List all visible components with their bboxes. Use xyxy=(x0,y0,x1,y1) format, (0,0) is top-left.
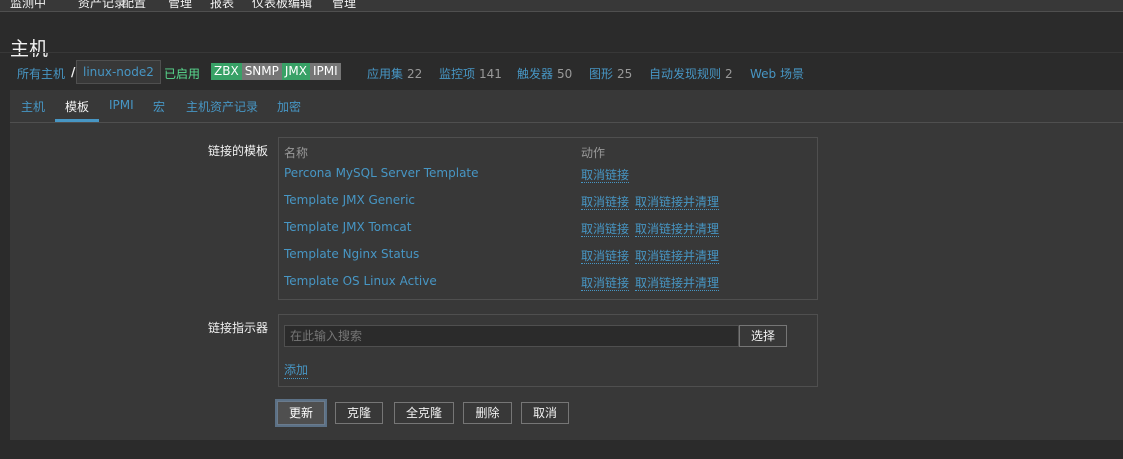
hostnav-link-label: 触发器 xyxy=(517,67,554,81)
hostnav-triggers[interactable]: 触发器 50 xyxy=(517,65,572,82)
topnav-item[interactable]: 配置 xyxy=(122,0,146,11)
hostnav-link-count: 50 xyxy=(557,67,573,81)
badge-ipmi: IPMI xyxy=(310,63,341,80)
host-navigation: 所有主机 / linux-node2 已启用 应用集 22 监控项 141 触发器 5… xyxy=(0,60,1123,84)
hostnav-link-label: 应用集 xyxy=(367,67,404,81)
unlink-and-clear-button[interactable]: 取消链接并清理 xyxy=(635,195,720,210)
tab-macros[interactable]: 宏 xyxy=(153,98,165,115)
hostnav-link-label: 监控项 xyxy=(439,67,476,81)
header-divider xyxy=(0,52,1123,53)
topnav-item[interactable]: 监测中 xyxy=(10,0,46,11)
tab-encryption[interactable]: 加密 xyxy=(277,98,301,115)
hostnav-link-label: Web 场景 xyxy=(750,67,804,81)
breadcrumb-separator: / xyxy=(71,65,76,79)
hostnav-link-count: 141 xyxy=(479,67,502,81)
linked-templates-label: 链接的模板 xyxy=(207,144,268,158)
template-actions: 取消链接 xyxy=(581,166,635,183)
cancel-button[interactable]: 取消 xyxy=(521,402,569,424)
tab-host[interactable]: 主机 xyxy=(21,98,45,115)
template-link[interactable]: Template JMX Tomcat xyxy=(284,220,411,234)
column-header-name: 名称 xyxy=(284,146,309,160)
clone-button[interactable]: 克隆 xyxy=(335,402,383,424)
hostnav-web-scenarios[interactable]: Web 场景 xyxy=(750,65,804,82)
breadcrumb-current-host[interactable]: linux-node2 xyxy=(76,60,161,84)
select-button[interactable]: 选择 xyxy=(739,325,787,347)
unlink-button[interactable]: 取消链接 xyxy=(581,222,630,237)
link-new-templates-label: 链接指示器 xyxy=(207,321,268,335)
unlink-and-clear-button[interactable]: 取消链接并清理 xyxy=(635,222,720,237)
column-header-action: 动作 xyxy=(581,146,606,160)
hostnav-link-count: 22 xyxy=(407,67,423,81)
top-nav: 监测中 资产记录 配置 管理 报表 仪表板编辑 管理 xyxy=(0,0,1123,12)
template-actions: 取消链接 取消链接并清理 xyxy=(581,274,725,291)
linked-templates-table: 名称 动作 Percona MySQL Server Template 取消链接… xyxy=(278,137,818,300)
unlink-and-clear-button[interactable]: 取消链接并清理 xyxy=(635,276,720,291)
topnav-item[interactable]: 报表 xyxy=(210,0,234,11)
hostnav-discovery-rules[interactable]: 自动发现规则 2 xyxy=(649,65,733,82)
template-link[interactable]: Template Nginx Status xyxy=(284,247,419,261)
template-link[interactable]: Template JMX Generic xyxy=(284,193,415,207)
availability-badges: ZBX SNMP JMX IPMI xyxy=(211,63,341,80)
tab-ipmi[interactable]: IPMI xyxy=(109,98,134,112)
unlink-button[interactable]: 取消链接 xyxy=(581,168,630,183)
add-template-link[interactable]: 添加 xyxy=(284,361,309,379)
update-button[interactable]: 更新 xyxy=(277,401,325,425)
breadcrumb-all-hosts[interactable]: 所有主机 xyxy=(17,65,65,82)
template-actions: 取消链接 取消链接并清理 xyxy=(581,247,725,264)
full-clone-button[interactable]: 全克隆 xyxy=(394,402,454,424)
unlink-button[interactable]: 取消链接 xyxy=(581,195,630,210)
hostnav-link-count: 25 xyxy=(617,67,633,81)
unlink-button[interactable]: 取消链接 xyxy=(581,249,630,264)
topnav-item[interactable]: 资产记录 xyxy=(78,0,126,11)
template-actions: 取消链接 取消链接并清理 xyxy=(581,220,725,237)
active-tab-indicator xyxy=(55,119,99,122)
badge-jmx: JMX xyxy=(281,63,310,80)
template-link[interactable]: Template OS Linux Active xyxy=(284,274,437,288)
template-link[interactable]: Percona MySQL Server Template xyxy=(284,166,479,180)
hostnav-items[interactable]: 监控项 141 xyxy=(439,65,502,82)
template-search-input[interactable] xyxy=(284,325,739,347)
topnav-item[interactable]: 仪表板编辑 xyxy=(252,0,312,11)
topnav-item[interactable]: 管理 xyxy=(332,0,356,11)
page-title: 主机 xyxy=(10,37,49,60)
tab-inventory[interactable]: 主机资产记录 xyxy=(186,98,258,115)
hostnav-link-count: 2 xyxy=(725,67,733,81)
unlink-and-clear-button[interactable]: 取消链接并清理 xyxy=(635,249,720,264)
badge-snmp: SNMP xyxy=(241,63,282,80)
topnav-item[interactable]: 管理 xyxy=(168,0,192,11)
host-status-enabled[interactable]: 已启用 xyxy=(164,65,200,82)
delete-button[interactable]: 删除 xyxy=(463,402,512,424)
hostnav-applications[interactable]: 应用集 22 xyxy=(367,65,422,82)
tab-templates[interactable]: 模板 xyxy=(65,98,89,115)
link-new-templates-box: 选择 添加 xyxy=(278,314,818,387)
badge-zbx: ZBX xyxy=(211,63,242,80)
unlink-button[interactable]: 取消链接 xyxy=(581,276,630,291)
host-form-panel: 主机 模板 IPMI 宏 主机资产记录 加密 链接的模板 名称 动作 Perco… xyxy=(10,90,1123,440)
hostnav-link-label: 自动发现规则 xyxy=(649,67,722,81)
hostnav-graphs[interactable]: 图形 25 xyxy=(589,65,632,82)
hostnav-link-label: 图形 xyxy=(589,67,614,81)
tab-bar: 主机 模板 IPMI 宏 主机资产记录 加密 xyxy=(10,90,1123,123)
template-actions: 取消链接 取消链接并清理 xyxy=(581,193,725,210)
